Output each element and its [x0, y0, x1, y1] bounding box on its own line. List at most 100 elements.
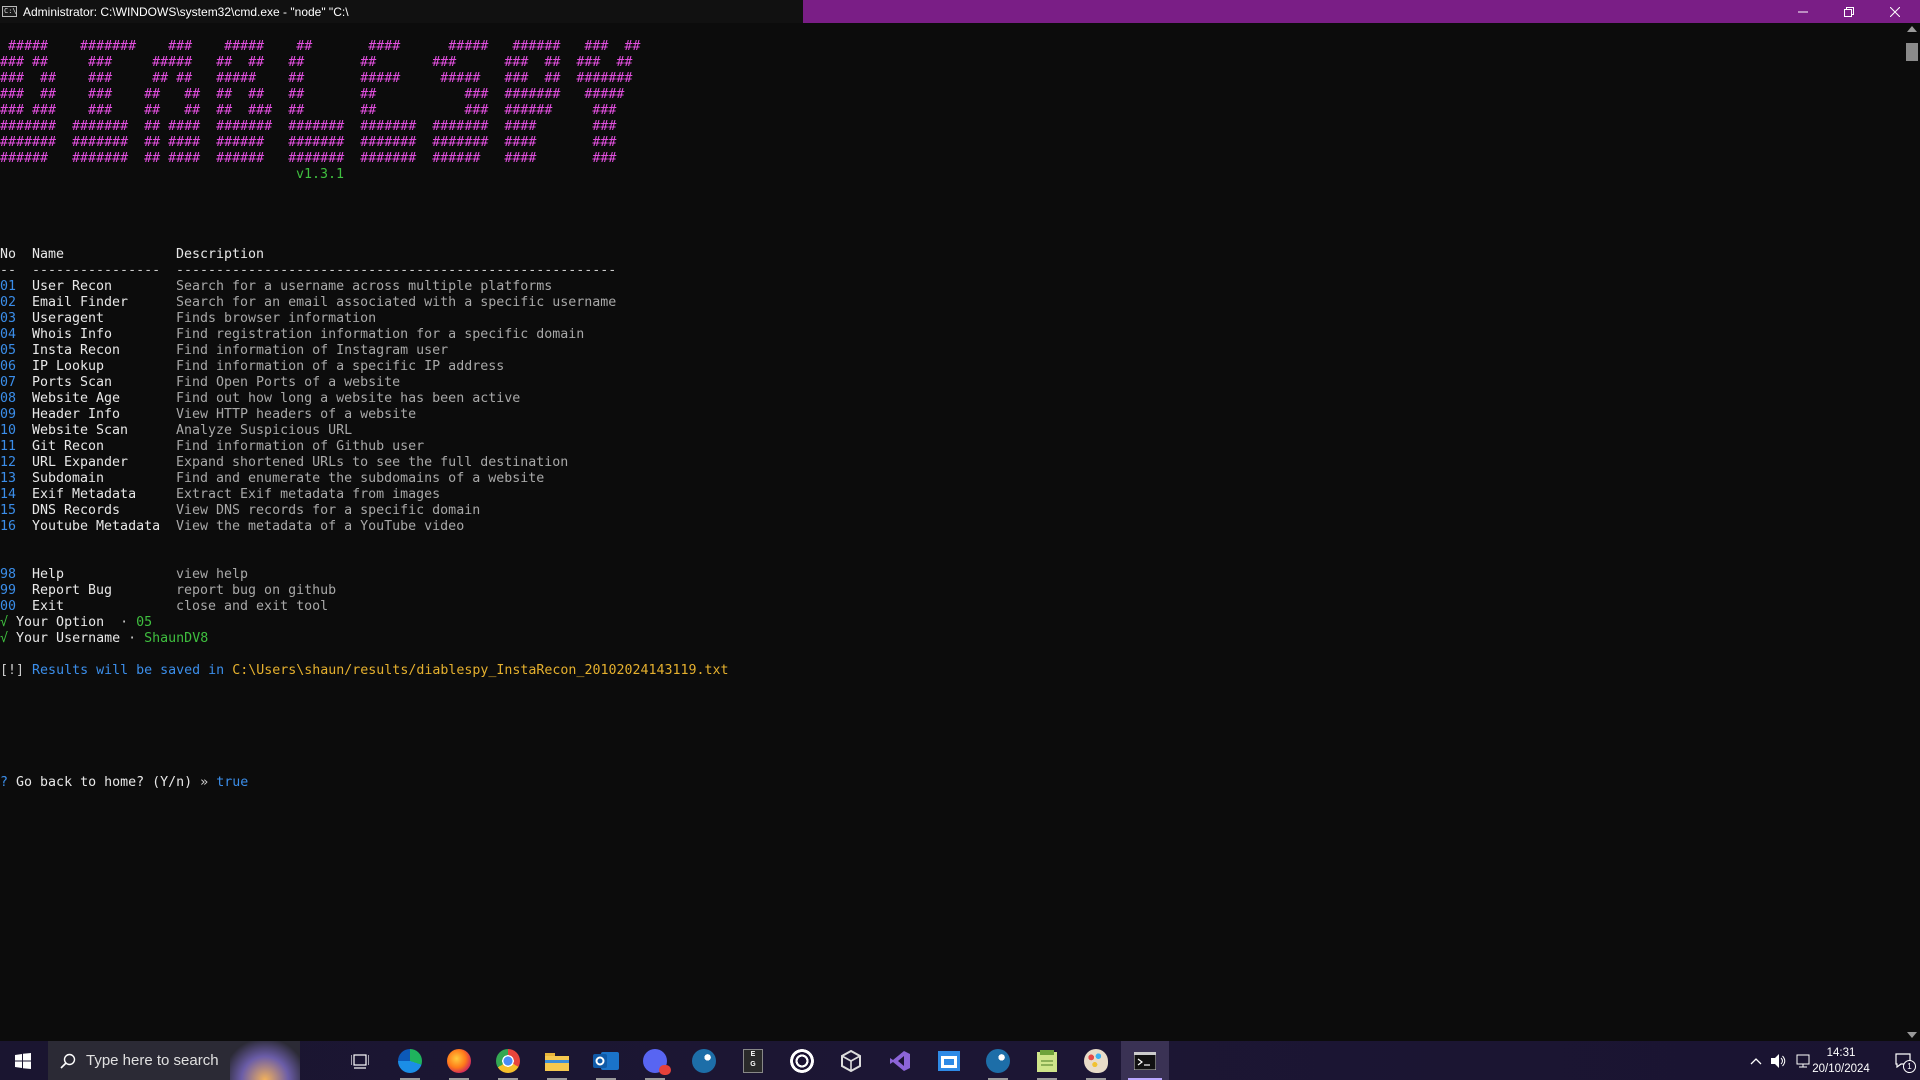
search-highlight-image	[230, 1041, 300, 1080]
discord-icon	[643, 1048, 671, 1075]
menu-item-description: View HTTP headers of a website	[176, 407, 417, 422]
menu-item-name: Exif Metadata	[32, 487, 137, 502]
taskbar-outlook[interactable]	[582, 1041, 630, 1080]
windows-icon	[15, 1052, 31, 1069]
menu-item-number: 14	[0, 487, 17, 502]
menu-item-number: 08	[0, 391, 17, 406]
username-value: ShaunDV8	[144, 631, 209, 646]
answer-value[interactable]: true	[216, 775, 248, 790]
taskbar-terminal[interactable]	[1121, 1041, 1169, 1080]
menu-item-number: 07	[0, 375, 17, 390]
menu-item-number: 09	[0, 407, 17, 422]
terminal-output[interactable]: ##### ####### ### ##### ## #### ##### ##…	[0, 23, 1904, 1041]
unity-icon	[841, 1049, 861, 1072]
taskbar-paint[interactable]	[1072, 1041, 1120, 1080]
steam-icon	[986, 1048, 1010, 1073]
home-prompt-line[interactable]: ? Go back to home? (Y/n) » true	[0, 775, 248, 791]
taskbar-epic-games[interactable]: EG	[729, 1041, 777, 1080]
menu-item-name: IP Lookup	[32, 359, 105, 374]
banner-line: ### ## ### ## ## ##### ## ##### ##### ##…	[0, 71, 633, 86]
header-no: No	[0, 247, 17, 262]
banner-line: ##### ####### ### ##### ## #### ##### ##…	[0, 39, 641, 54]
taskbar-visual-studio[interactable]	[876, 1041, 924, 1080]
menu-item-number: 15	[0, 503, 17, 518]
check-icon: √	[0, 615, 9, 630]
menu-item-number: 11	[0, 439, 17, 454]
epic-games-icon: EG	[743, 1048, 763, 1073]
close-icon	[1890, 6, 1900, 17]
info-text: Results will be saved in	[32, 663, 225, 678]
menu-item-description: Search for a username across multiple pl…	[176, 279, 553, 294]
scroll-thumb[interactable]	[1906, 43, 1918, 61]
notification-count: 1	[1903, 1059, 1916, 1073]
menu-item-description: View the metadata of a YouTube video	[176, 519, 465, 534]
file-explorer-icon	[545, 1052, 569, 1071]
check-icon: √	[0, 631, 9, 646]
notifications-button[interactable]: 1	[1888, 1041, 1920, 1080]
banner-line: ### ## ### ##### ## ## ## ## ### ### ## …	[0, 55, 633, 70]
menu-item-name: DNS Records	[32, 503, 121, 518]
start-button[interactable]	[0, 1041, 46, 1080]
tray-overflow[interactable]	[1746, 1041, 1766, 1080]
taskbar-unity[interactable]	[827, 1041, 875, 1080]
menu-item-name: Header Info	[32, 407, 121, 422]
menu-item-description: view help	[176, 567, 249, 582]
vertical-scrollbar[interactable]	[1904, 23, 1920, 1041]
tray-volume[interactable]	[1768, 1041, 1790, 1080]
taskbar-file-explorer[interactable]	[533, 1041, 581, 1080]
visual-studio-icon	[890, 1050, 910, 1071]
menu-item-number: 10	[0, 423, 17, 438]
menu-item-name: Subdomain	[32, 471, 105, 486]
menu-item-name: Ports Scan	[32, 375, 113, 390]
menu-item-number: 06	[0, 359, 17, 374]
menu-item-description: Find out how long a website has been act…	[176, 391, 521, 406]
menu-item-number: 00	[0, 599, 17, 614]
taskbar-discord[interactable]	[631, 1041, 679, 1080]
taskbar-chrome[interactable]	[484, 1041, 532, 1080]
taskbar: Type here to search EG 14:31 20/10/2024 …	[0, 1041, 1920, 1080]
menu-item-description: report bug on github	[176, 583, 337, 598]
menu-item-description: Expand shortened URLs to see the full de…	[176, 455, 569, 470]
taskbar-ubisoft[interactable]	[778, 1041, 826, 1080]
taskbar-notepad-plus[interactable]	[1023, 1041, 1071, 1080]
taskbar-edge[interactable]	[386, 1041, 434, 1080]
taskbar-clock[interactable]: 14:31 20/10/2024	[1806, 1045, 1876, 1077]
option-line: √ Your Option · 05	[0, 615, 152, 631]
menu-item-name: Whois Info	[32, 327, 113, 342]
scroll-down-icon[interactable]	[1907, 1032, 1917, 1038]
menu-item-name: Git Recon	[32, 439, 105, 454]
restore-button[interactable]	[1826, 0, 1872, 23]
taskbar-steam-2[interactable]	[974, 1041, 1022, 1080]
window-titlebar[interactable]: C:\ Administrator: C:\WINDOWS\system32\c…	[0, 0, 1920, 23]
minimize-button[interactable]	[1780, 0, 1826, 23]
banner-line: ### ## ### ## ## ## ## ## ## ### #######…	[0, 87, 625, 102]
task-view-icon	[351, 1053, 369, 1069]
question-text: Go back to home? (Y/n)	[16, 775, 193, 790]
banner-line: ### ### ### ## ## ## ### ## ## ### #####…	[0, 103, 617, 118]
option-value: 05	[136, 615, 153, 630]
edge-icon	[398, 1048, 422, 1073]
taskbar-firefox[interactable]	[435, 1041, 483, 1080]
save-info-line: [!] Results will be saved in C:\Users\sh…	[0, 663, 729, 679]
search-icon	[60, 1053, 76, 1069]
taskbar-task-view[interactable]	[336, 1041, 384, 1080]
menu-item-name: Website Age	[32, 391, 121, 406]
scroll-up-icon[interactable]	[1907, 26, 1917, 32]
menu-item-number: 12	[0, 455, 17, 470]
taskbar-search-box[interactable]: Type here to search	[48, 1041, 300, 1080]
menu-item-description: Find and enumerate the subdomains of a w…	[176, 471, 545, 486]
banner-line: ###### ####### ## #### ###### ####### ##…	[0, 151, 617, 166]
title-tab[interactable]: C:\ Administrator: C:\WINDOWS\system32\c…	[0, 0, 803, 23]
taskbar-app-window[interactable]	[925, 1041, 973, 1080]
taskbar-steam[interactable]	[680, 1041, 728, 1080]
menu-item-number: 05	[0, 343, 17, 358]
menu-item-name: Website Scan	[32, 423, 129, 438]
results-path[interactable]: C:\Users\shaun/results/diablespy_InstaRe…	[232, 663, 728, 678]
clock-time: 14:31	[1826, 1047, 1856, 1059]
close-button[interactable]	[1872, 0, 1918, 23]
menu-item-name: Insta Recon	[32, 343, 121, 358]
system-tray: 14:31 20/10/2024 1	[1720, 1041, 1920, 1080]
clock-date: 20/10/2024	[1812, 1063, 1870, 1075]
menu-item-number: 04	[0, 327, 17, 342]
arrow-icon: »	[200, 775, 209, 790]
